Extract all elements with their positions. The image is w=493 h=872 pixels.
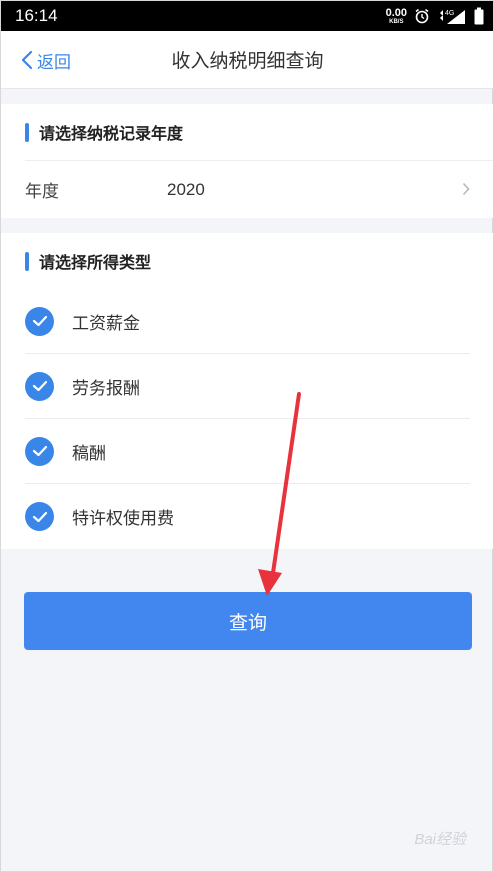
nav-bar: 返回 收入纳税明细查询 xyxy=(1,31,493,89)
option-author-remuneration[interactable]: 稿酬 xyxy=(25,419,470,484)
query-button[interactable]: 查询 xyxy=(24,592,472,650)
net-speed-value: 0.00 xyxy=(385,6,407,19)
year-value: 2020 xyxy=(167,179,205,199)
option-royalties[interactable]: 特许权使用费 xyxy=(25,484,470,549)
status-bar: 16:14 0.00 KB/S 4G xyxy=(1,1,493,31)
watermark-logo: Bai经验 xyxy=(414,831,466,848)
chevron-right-icon xyxy=(462,182,470,196)
income-type-section: 请选择所得类型 工资薪金 劳务报酬 稿酬 特许权使用费 xyxy=(1,233,493,549)
section-accent-bar xyxy=(25,122,29,142)
type-section-title: 请选择所得类型 xyxy=(39,253,152,272)
net-speed-unit: KB/S xyxy=(389,18,404,25)
section-accent-bar xyxy=(25,251,29,271)
signal-icon: 4G xyxy=(440,10,465,24)
year-section-heading: 请选择纳税记录年度 xyxy=(1,104,493,160)
status-time: 16:14 xyxy=(15,6,58,25)
checkbox-checked-icon[interactable] xyxy=(25,306,54,336)
checkbox-checked-icon[interactable] xyxy=(25,371,54,401)
option-labor-remuneration[interactable]: 劳务报酬 xyxy=(25,354,470,419)
year-label: 年度 xyxy=(25,182,59,202)
page-title: 收入纳税明细查询 xyxy=(171,50,324,72)
alarm-icon xyxy=(415,8,429,24)
network-type: 4G xyxy=(445,10,454,17)
option-label: 特许权使用费 xyxy=(72,509,174,529)
year-section-title: 请选择纳税记录年度 xyxy=(39,124,184,143)
checkbox-checked-icon[interactable] xyxy=(25,436,54,466)
option-label: 工资薪金 xyxy=(72,313,140,334)
option-wages[interactable]: 工资薪金 xyxy=(25,289,470,354)
option-label: 稿酬 xyxy=(72,443,106,464)
type-section-heading: 请选择所得类型 xyxy=(1,233,493,289)
net-speed: 0.00 KB/S xyxy=(385,6,407,25)
option-label: 劳务报酬 xyxy=(72,378,140,399)
battery-icon xyxy=(474,7,484,25)
year-picker-row[interactable]: 年度 2020 xyxy=(25,160,493,218)
year-section: 请选择纳税记录年度 年度 2020 xyxy=(1,104,493,218)
status-icons: 0.00 KB/S 4G xyxy=(386,7,484,25)
checkbox-checked-icon[interactable] xyxy=(25,502,54,531)
